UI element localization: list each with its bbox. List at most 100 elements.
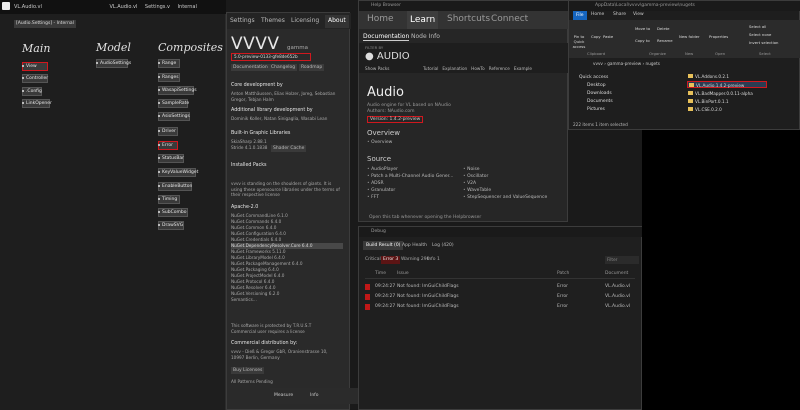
tab-log[interactable]: Log (420)	[429, 241, 457, 250]
measure-button[interactable]: Measure	[274, 393, 293, 398]
source-link[interactable]: Granulator	[367, 187, 453, 194]
list-item[interactable]: VL.Addons.0.2.1	[687, 73, 767, 80]
node-controller[interactable]: Controller	[22, 74, 48, 83]
tag-example[interactable]: Example	[514, 66, 532, 71]
col-time[interactable]: Time	[375, 271, 386, 276]
nav-quick-access[interactable]: Quick access	[579, 75, 608, 80]
col-issue[interactable]: Issue	[397, 271, 409, 276]
select-none-button[interactable]: Select none	[749, 32, 771, 37]
tag-reference[interactable]: Reference	[489, 66, 510, 71]
source-link[interactable]: ADSR	[367, 180, 453, 187]
buy-licenses-button[interactable]: Buy Licenses	[231, 367, 265, 374]
nav-learn[interactable]: Learn	[407, 11, 439, 29]
source-link[interactable]: StepSequencer and ValueSequence	[463, 194, 547, 201]
nav-desktop[interactable]: Desktop	[587, 83, 606, 88]
source-link[interactable]: Patch a Multi-Channel Audio Gener...	[367, 173, 453, 180]
address-bar[interactable]: vvvv › gamma-preview › nugets	[569, 59, 800, 69]
roadmap-link[interactable]: Roadmap	[299, 64, 325, 71]
nav-connect[interactable]: Connect	[491, 14, 528, 24]
tab-about[interactable]: About	[325, 15, 349, 28]
source-link[interactable]: WaveTable	[463, 187, 547, 194]
table-row[interactable]: 09:24:27 Not found: ImGuiChildFlags Erro…	[365, 293, 635, 301]
node-statusbar[interactable]: StatusBar	[158, 154, 184, 163]
nav-documents[interactable]: Documents	[587, 99, 613, 104]
delete-button[interactable]: Delete	[657, 26, 669, 31]
node-ranges[interactable]: Ranges	[158, 73, 180, 82]
node-subcombo[interactable]: SubCombo	[158, 208, 188, 217]
ribbon-tab-home[interactable]: Home	[591, 12, 604, 17]
node-view[interactable]: View	[22, 62, 48, 71]
changelog-link[interactable]: Changelog	[269, 64, 298, 71]
new-folder-button[interactable]: New folder	[679, 34, 700, 39]
tag-explanation[interactable]: Explanation	[442, 66, 467, 71]
node-error[interactable]: Error	[158, 141, 178, 150]
patch-tab[interactable]: VL.Audio.vl	[109, 4, 137, 10]
tab-themes[interactable]: Themes	[261, 17, 285, 24]
node-config[interactable]: .Config	[22, 87, 42, 96]
version-label: 5.0-preview-0133-gfe8de652b	[231, 53, 311, 61]
info-button[interactable]: Info	[310, 393, 319, 398]
show-packs-toggle[interactable]: Show Packs	[365, 66, 389, 71]
tab-licensing[interactable]: Licensing	[291, 17, 319, 24]
ribbon-tab-file[interactable]: File	[573, 11, 587, 20]
overview-link[interactable]: Overview	[367, 139, 392, 146]
table-row[interactable]: 09:24:27 Not found: ImGuiChildFlags Erro…	[365, 303, 635, 311]
tab-build-result[interactable]: Build Result (0)	[363, 241, 404, 250]
source-link[interactable]: Oscillator	[463, 173, 547, 180]
list-item[interactable]: VL.BadMapper.0.0.11-alpha	[687, 90, 767, 97]
patch-tab[interactable]: VL.Audio.vl	[14, 4, 42, 10]
paste-button[interactable]: Paste	[603, 34, 613, 39]
list-item[interactable]: VL.Audio.1.4.2-preview	[687, 81, 767, 88]
nav-shortcuts[interactable]: Shortcuts	[447, 14, 490, 24]
col-document[interactable]: Document	[605, 271, 628, 276]
help-footer[interactable]: Open this tab whenever opening the Helpb…	[369, 215, 481, 221]
invert-selection-button[interactable]: Invert selection	[749, 40, 778, 45]
node-drawsvg[interactable]: DrawSVG	[158, 221, 184, 230]
tag-howto[interactable]: HowTo	[471, 66, 485, 71]
node-enablebutton[interactable]: EnableButton	[158, 182, 192, 191]
nav-pictures[interactable]: Pictures	[587, 107, 605, 112]
table-row[interactable]: 09:24:27 Not found: ImGuiChildFlags Erro…	[365, 283, 635, 291]
move-to-button[interactable]: Move to	[635, 26, 650, 31]
source-link[interactable]: AudioPlayer	[367, 166, 453, 173]
patch-tab[interactable]: Settings.v	[145, 4, 170, 10]
debug-search-input[interactable]: Filter	[605, 256, 639, 264]
node-wasapisettings[interactable]: WasapiSettings	[158, 86, 197, 95]
pin-button[interactable]: Pin to Quick access	[571, 34, 587, 49]
copy-to-button[interactable]: Copy to	[635, 38, 650, 43]
node-audiosettings[interactable]: AudioSettings	[96, 59, 131, 68]
tag-tutorial[interactable]: Tutorial	[423, 66, 438, 71]
list-item[interactable]: VL.CSE.0.2.0	[687, 106, 767, 113]
node-linkopener[interactable]: LinkOpener	[22, 99, 52, 108]
documentation-link[interactable]: Documentation	[231, 64, 270, 71]
node-driver[interactable]: Driver	[158, 127, 178, 136]
filter-error[interactable]: Error 3	[381, 256, 401, 264]
source-link[interactable]: Noise	[463, 166, 547, 173]
shader-cache-button[interactable]: Shader Cache	[271, 145, 307, 152]
source-link[interactable]: FFT	[367, 194, 453, 201]
filter-info[interactable]: Info 1	[425, 256, 442, 264]
node-asiosettings[interactable]: AsioSettings	[158, 112, 190, 121]
patch-breadcrumb[interactable]: [Audio.Settings] - Internal	[14, 20, 76, 28]
properties-button[interactable]: Properties	[709, 34, 728, 39]
tab-node-info[interactable]: Node Info	[411, 33, 440, 40]
nav-downloads[interactable]: Downloads	[587, 91, 612, 96]
node-keyvaluewidget[interactable]: KeyValueWidget	[158, 168, 198, 177]
tab-app-health[interactable]: App Health	[399, 241, 430, 250]
rename-button[interactable]: Rename	[657, 38, 673, 43]
node-samplerate[interactable]: SampleRate	[158, 99, 189, 108]
ribbon-tab-share[interactable]: Share	[613, 12, 626, 17]
node-range[interactable]: Range	[158, 59, 180, 68]
list-item[interactable]: VL.BinPort.0.1.1	[687, 98, 767, 105]
select-all-button[interactable]: Select all	[749, 24, 766, 29]
tab-settings[interactable]: Settings	[230, 17, 255, 24]
node-timing[interactable]: Timing	[158, 195, 180, 204]
patch-tab[interactable]: Internal	[178, 4, 197, 10]
source-link[interactable]: V2A	[463, 180, 547, 187]
tab-documentation[interactable]: Documentation	[363, 33, 410, 41]
ribbon-tab-view[interactable]: View	[633, 12, 644, 17]
filter-critical[interactable]: Critical	[363, 256, 383, 264]
col-patch[interactable]: Patch	[557, 271, 569, 276]
nav-home[interactable]: Home	[367, 14, 394, 24]
copy-button[interactable]: Copy	[591, 34, 601, 39]
